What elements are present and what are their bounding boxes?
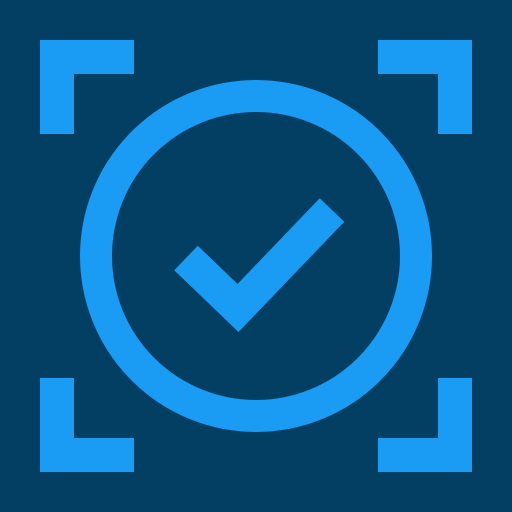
scan-verified-icon xyxy=(0,0,512,512)
icon-background xyxy=(0,0,512,512)
app-icon xyxy=(0,0,512,512)
